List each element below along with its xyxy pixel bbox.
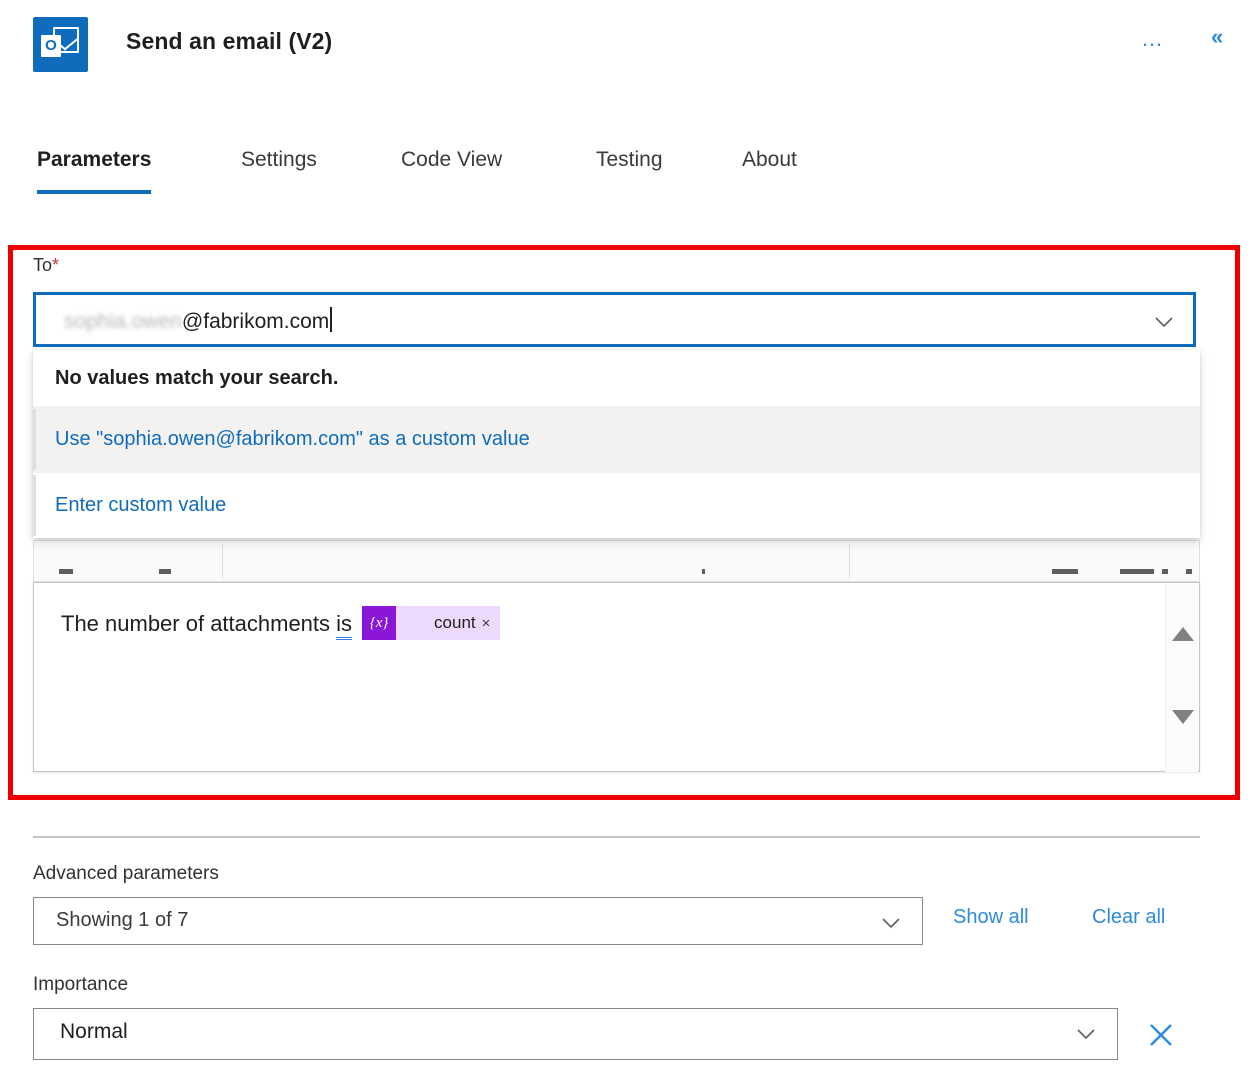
chevron-down-icon[interactable] — [1075, 1023, 1097, 1045]
toolbar-divider — [222, 545, 223, 579]
tab-code-view[interactable]: Code View — [401, 148, 502, 172]
to-input[interactable]: sophia.owen@fabrikom.com — [33, 292, 1196, 347]
bullet-list-icon[interactable] — [1052, 569, 1078, 574]
outlook-icon: O — [33, 17, 88, 72]
importance-label: Importance — [33, 974, 129, 995]
show-all-button[interactable]: Show all — [953, 906, 1029, 929]
panel-header: O Send an email (V2) … « — [0, 0, 1252, 92]
chevron-down-icon[interactable] — [880, 912, 902, 934]
token-label: count — [434, 613, 476, 632]
email-body-text: The number of attachments is {x} count × — [61, 606, 501, 642]
page-title: Send an email (V2) — [126, 28, 333, 54]
advanced-parameters-value: Showing 1 of 7 — [56, 909, 189, 931]
tab-parameters[interactable]: Parameters — [37, 148, 152, 194]
tab-about[interactable]: About — [742, 148, 797, 172]
dropdown-item-custom-value[interactable]: Use "sophia.owen@fabrikom.com" as a cust… — [33, 406, 1200, 472]
to-field-label: To* — [33, 255, 59, 276]
dynamic-content-token[interactable]: {x} count × — [362, 606, 501, 640]
collapse-panel-icon[interactable]: « — [1211, 26, 1223, 48]
to-input-value-visible: @fabrikom.com — [181, 310, 330, 333]
to-field-dropdown: No values match your search. Use "sophia… — [33, 350, 1200, 538]
item-focus-bar — [33, 475, 36, 536]
more-options-icon[interactable]: … — [1141, 28, 1165, 50]
clear-all-button[interactable]: Clear all — [1092, 906, 1165, 929]
section-divider — [33, 836, 1200, 838]
link-icon[interactable] — [1120, 569, 1154, 574]
toolbar-divider — [849, 545, 850, 579]
body-scrollbar[interactable] — [1165, 584, 1198, 772]
item-focus-bar — [33, 409, 36, 470]
font-size-icon[interactable] — [159, 569, 171, 574]
grammar-flagged-word[interactable]: is — [336, 610, 353, 640]
importance-value: Normal — [60, 1020, 128, 1043]
font-family-icon[interactable] — [59, 569, 73, 574]
outlook-o-letter: O — [41, 35, 61, 57]
dropdown-item-label: Enter custom value — [55, 494, 227, 516]
to-label-text: To — [33, 255, 53, 275]
tab-settings[interactable]: Settings — [241, 148, 317, 172]
indent-icon[interactable] — [1162, 569, 1168, 574]
body-text-prefix: The number of attachments — [61, 610, 337, 636]
importance-clear-button[interactable] — [1146, 1020, 1176, 1050]
text-caret — [330, 307, 333, 332]
tab-testing[interactable]: Testing — [596, 148, 663, 172]
scroll-up-arrow-icon[interactable] — [1172, 627, 1194, 641]
email-body-editor[interactable]: The number of attachments is {x} count × — [33, 582, 1200, 772]
token-remove-icon[interactable]: × — [482, 615, 501, 632]
required-asterisk: * — [52, 255, 60, 275]
advanced-parameters-select[interactable]: Showing 1 of 7 — [33, 897, 923, 945]
rich-text-toolbar[interactable] — [33, 540, 1200, 582]
dropdown-item-label: Use "sophia.owen@fabrikom.com" as a cust… — [55, 428, 530, 450]
chevron-down-icon[interactable] — [1153, 311, 1175, 333]
dropdown-no-results-message: No values match your search. — [55, 367, 339, 389]
bold-icon[interactable] — [702, 569, 705, 574]
advanced-parameters-label: Advanced parameters — [33, 863, 219, 884]
to-input-value: sophia.owen@fabrikom.com — [64, 307, 333, 334]
importance-select[interactable]: Normal — [33, 1008, 1118, 1060]
scroll-down-arrow-icon[interactable] — [1172, 710, 1194, 724]
dropdown-item-enter-custom-value[interactable]: Enter custom value — [33, 472, 1200, 538]
outdent-icon[interactable] — [1186, 569, 1192, 574]
to-input-value-blurred: sophia.owen — [64, 310, 182, 333]
tab-bar: Parameters Settings Code View Testing Ab… — [0, 148, 1252, 204]
expression-icon: {x} — [362, 606, 397, 640]
